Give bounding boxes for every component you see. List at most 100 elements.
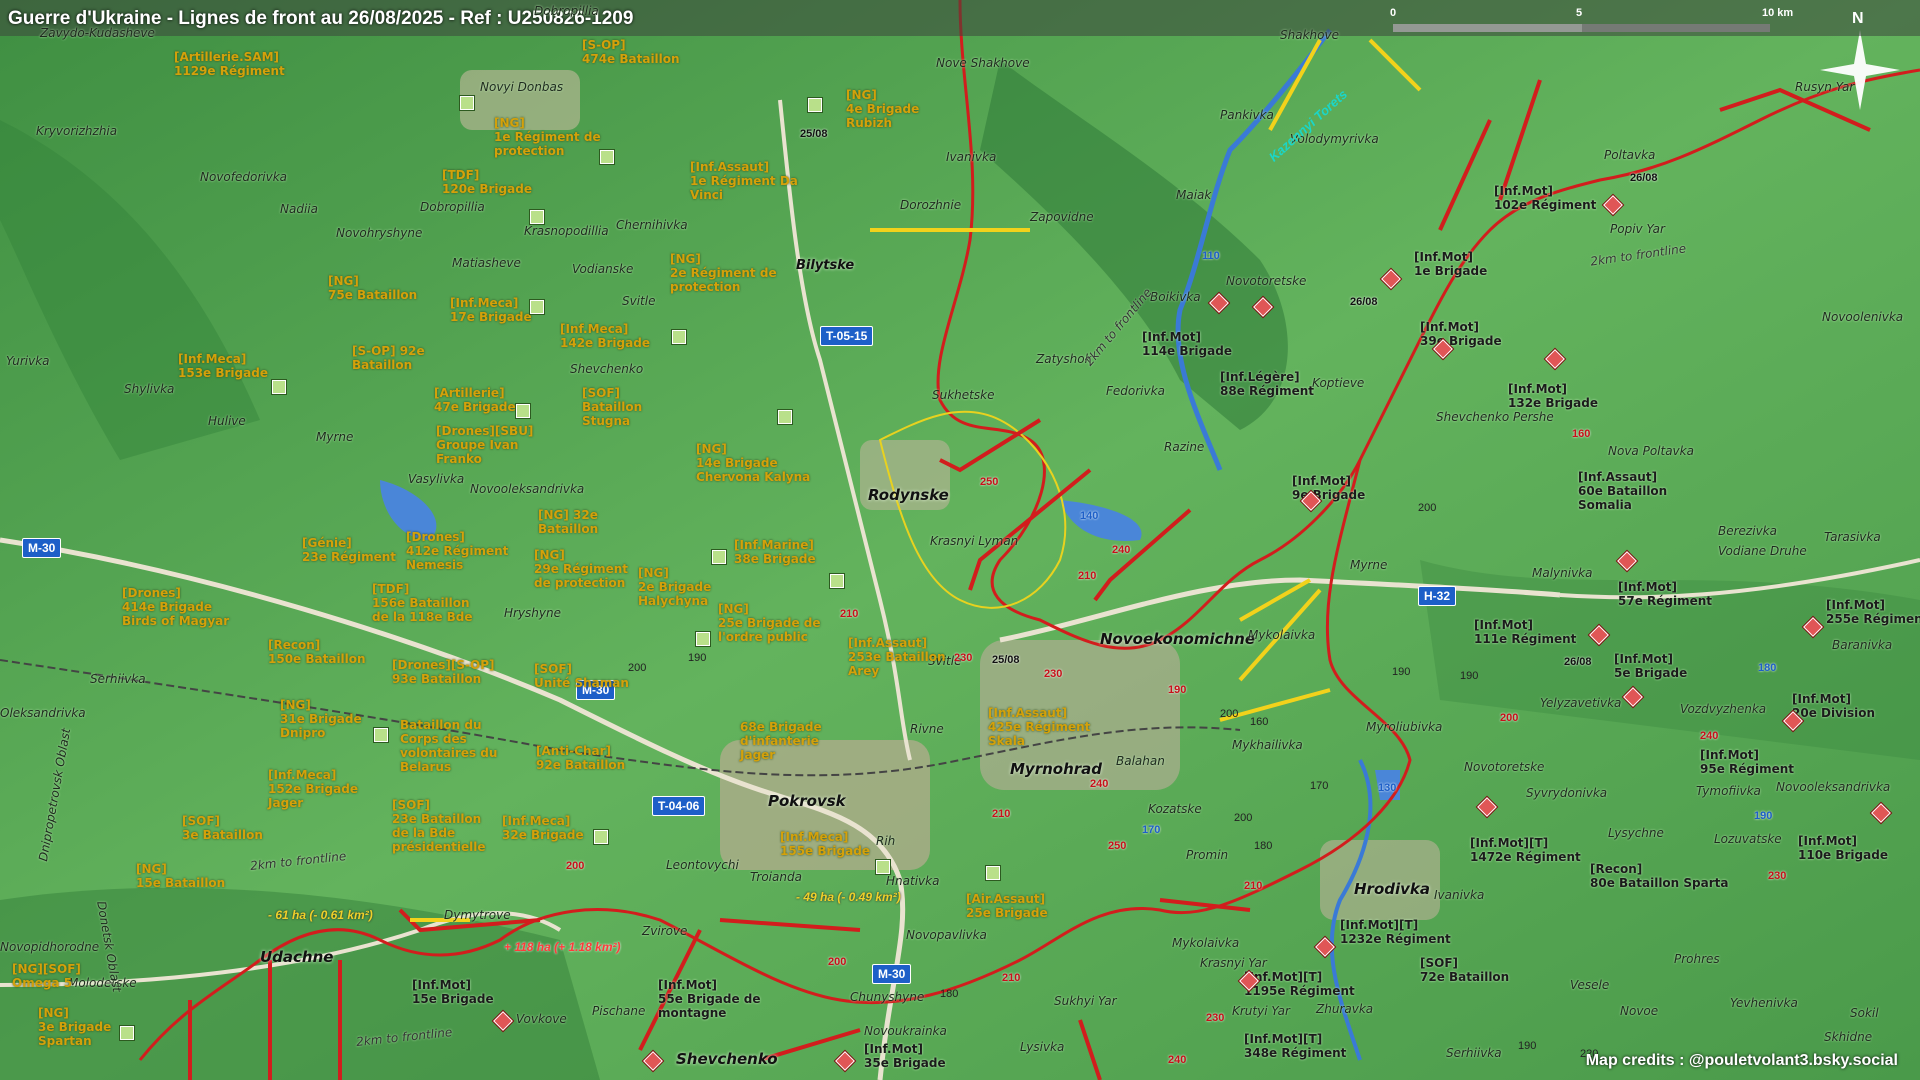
village-label: Boikivka xyxy=(1150,290,1201,304)
map-credits: Map credits : @pouletvolant3.bsky.social xyxy=(1585,1052,1898,1069)
road-number: 190 xyxy=(1754,810,1773,822)
village-label: Promin xyxy=(1186,848,1229,862)
ua-unit-label: [Inf.Assaut] 425e Régiment Skala xyxy=(988,706,1091,748)
ru-unit-label: [Inf.Mot] 110e Brigade xyxy=(1798,834,1888,862)
village-label: Zapovidne xyxy=(1030,210,1094,224)
ua-unit-label: [Inf.Meca] 17e Brigade xyxy=(450,296,532,324)
ua-unit-symbol xyxy=(696,632,710,646)
village-label: Pankivka xyxy=(1220,108,1274,122)
ru-unit-label: [Inf.Mot] 57e Régiment xyxy=(1618,580,1713,608)
ua-unit-label: [Inf.Assaut] 1e Régiment Da Vinci xyxy=(690,160,798,202)
village-label: Fedorivka xyxy=(1106,384,1165,398)
village-label: Svitle xyxy=(622,294,656,308)
ru-unit-label: [Inf.Mot][T] 1232e Régiment xyxy=(1340,918,1451,946)
ru-unit-label: [Inf.Mot] 39e Brigade xyxy=(1420,320,1502,348)
village-label: Rivne xyxy=(910,722,944,736)
ua-unit-label: [SOF] Bataillon Stugna xyxy=(582,386,643,428)
town-label: Hrodivka xyxy=(1354,880,1431,898)
ua-unit-label: [NG] 2e Régiment de protection xyxy=(670,252,777,294)
village-label: Dymytrove xyxy=(444,908,511,922)
ua-unit-label: [Inf.Meca] 142e Brigade xyxy=(560,322,650,350)
elevation-label-red: 210 xyxy=(1078,570,1097,582)
road-badge: M-30 xyxy=(22,538,62,558)
north-label: N xyxy=(1852,10,1864,27)
village-label: Myrne xyxy=(316,430,354,444)
ua-unit-label: [Drones][SBU] Groupe Ivan Franko xyxy=(436,424,534,466)
elevation-label-red: 200 xyxy=(828,956,847,968)
village-label: Tymofiivka xyxy=(1696,784,1761,798)
road-number: 170 xyxy=(1142,824,1161,836)
ua-unit-label: [Drones][S-OP] 93e Bataillon xyxy=(392,658,495,686)
village-label: Novopidhorodne xyxy=(0,940,100,954)
area-change-loss: - 49 ha (- 0.49 km²) xyxy=(796,890,901,904)
road-badge: M-30 xyxy=(872,964,912,984)
ua-unit-label: [TDF] 156e Bataillon de la 118e Bde xyxy=(372,582,473,624)
village-label: Novotoretske xyxy=(1226,274,1307,288)
ua-unit-symbol xyxy=(876,860,890,874)
ua-unit-symbol xyxy=(594,830,608,844)
ua-unit-label: [Inf.Meca] 152e Brigade Jager xyxy=(268,768,358,810)
village-label: Mykhailivka xyxy=(1232,738,1303,752)
road-badge: T-05-15 xyxy=(820,326,874,346)
village-label: Dobropillia xyxy=(534,4,599,18)
elevation-label: 200 xyxy=(1220,708,1239,720)
ru-unit-label: [Inf.Mot] 5e Brigade xyxy=(1614,652,1688,680)
village-label: Novoe xyxy=(1620,1004,1659,1018)
ua-unit-label: [SOF] 3e Bataillon xyxy=(182,814,263,842)
elevation-label: 160 xyxy=(1250,716,1269,728)
elevation-label-red: 160 xyxy=(1572,428,1591,440)
village-label: Berezivka xyxy=(1718,524,1777,538)
elevation-label-red: 250 xyxy=(1108,840,1127,852)
ua-unit-label: [Anti-Char] 92e Bataillon xyxy=(536,744,626,772)
ru-unit-label: [Inf.Mot] 255e Régiment xyxy=(1826,598,1920,626)
village-label: Krasnyi Yar xyxy=(1200,956,1267,970)
front-line-map: Guerre d'Ukraine - Lignes de front au 26… xyxy=(0,0,1920,1080)
ua-unit-label: [S-OP] 474e Bataillon xyxy=(582,38,680,66)
elevation-label: 180 xyxy=(940,988,959,1000)
ua-unit-label: [Inf.Meca] 153e Brigade xyxy=(178,352,268,380)
ua-unit-label: [NG] 14e Brigade Chervona Kalyna xyxy=(696,442,811,484)
village-label: Koptieve xyxy=(1312,376,1365,390)
village-label: Leontovychi xyxy=(666,858,739,872)
event-date: 26/08 xyxy=(1350,296,1378,308)
ua-unit-label: 68e Brigade d'infanterie Jager xyxy=(740,720,822,762)
village-label: Ivanivka xyxy=(946,150,997,164)
ua-unit-label: [Inf.Meca] 155e Brigade xyxy=(780,830,870,858)
village-label: Vodiane Druhe xyxy=(1718,544,1807,558)
elevation-label-red: 250 xyxy=(980,476,999,488)
village-label: Novooleksandrivka xyxy=(470,482,585,496)
village-label: Krasnopodillia xyxy=(524,224,609,238)
ru-unit-label: [Inf.Mot] 111e Régiment xyxy=(1474,618,1577,646)
village-label: Lysychne xyxy=(1608,826,1664,840)
ua-unit-label: [SOF] 23e Bataillon de la Bde présidenti… xyxy=(392,798,486,854)
village-label: Serhiivka xyxy=(90,672,146,686)
village-label: Sokil xyxy=(1850,1006,1879,1020)
elevation-label: 190 xyxy=(1460,670,1479,682)
village-label: Sukhetske xyxy=(932,388,995,402)
village-label: Hnativka xyxy=(886,874,940,888)
village-label: Novoukrainka xyxy=(864,1024,947,1038)
village-label: Yevhenivka xyxy=(1730,996,1798,1010)
village-label: Ivanivka xyxy=(1434,888,1485,902)
village-label: Mykolaivka xyxy=(1172,936,1240,950)
ru-unit-label: [SOF] 72e Bataillon xyxy=(1420,956,1510,984)
village-label: Sukhyi Yar xyxy=(1054,994,1117,1008)
road-number: 130 xyxy=(1378,782,1397,794)
village-label: Nadiia xyxy=(280,202,318,216)
village-label: Baranivka xyxy=(1832,638,1893,652)
ua-unit-label: [Artillerie] 47e Brigade xyxy=(434,386,516,414)
village-label: Krasnyi Lyman xyxy=(930,534,1019,548)
elevation-label-red: 210 xyxy=(840,608,859,620)
village-label: Novofedorivka xyxy=(200,170,287,184)
village-label: Hulive xyxy=(208,414,246,428)
elevation-label-red: 240 xyxy=(1700,730,1719,742)
ua-unit-label: [NG] 31e Brigade Dnipro xyxy=(280,698,362,740)
village-label: Zavydo-Kudasheve xyxy=(40,26,155,40)
ru-unit-label: [Inf.Légère] 88e Régiment xyxy=(1220,370,1315,398)
ru-unit-label: [Inf.Mot] 114e Brigade xyxy=(1142,330,1232,358)
village-label: Novopavlivka xyxy=(906,928,987,942)
road-number: 110 xyxy=(1202,250,1220,262)
village-label: Hryshyne xyxy=(504,606,562,620)
village-label: Prohres xyxy=(1674,952,1720,966)
village-label: Zhuravka xyxy=(1316,1002,1374,1016)
